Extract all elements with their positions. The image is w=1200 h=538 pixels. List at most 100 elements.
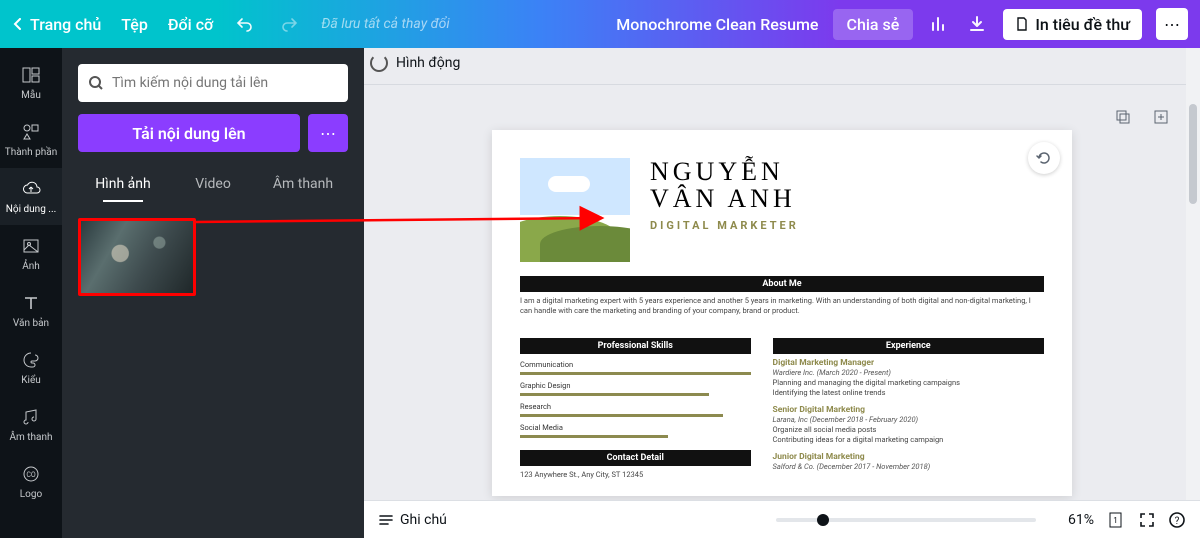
home-label: Trang chủ (30, 15, 101, 34)
animate-icon (370, 54, 388, 72)
insights-button[interactable] (927, 12, 951, 36)
tab-audio[interactable]: Âm thanh (258, 166, 348, 202)
section-contact[interactable]: Contact Detail (520, 450, 751, 466)
job-meta[interactable]: Salford & Co. (December 2017 - November … (773, 462, 1044, 471)
section-skills[interactable]: Professional Skills (520, 338, 751, 354)
rail-label: Âm thanh (9, 432, 52, 443)
rail-templates[interactable]: Mẫu (0, 54, 62, 111)
section-about[interactable]: About Me (520, 276, 1044, 292)
skill-item[interactable]: Graphic Design (520, 381, 751, 396)
notes-icon (378, 512, 394, 528)
resume-page[interactable]: NGUYỄN VÂN ANH DIGITAL MARKETER About Me… (492, 130, 1072, 496)
share-button[interactable]: Chia sẻ (833, 9, 914, 40)
image-icon (20, 235, 42, 257)
left-rail: Mẫu Thành phần Nội dung ... Ảnh Văn bản … (0, 48, 62, 538)
rail-uploads[interactable]: Nội dung ... (0, 168, 62, 225)
zoom-percent[interactable]: 61% (1048, 512, 1094, 528)
templates-icon (20, 64, 42, 86)
vertical-scrollbar[interactable] (1186, 48, 1200, 500)
animate-label: Hình động (396, 55, 460, 71)
search-icon (88, 75, 104, 91)
contact-address[interactable]: 123 Anywhere St., Any City, ST 12345 (520, 470, 751, 480)
undo-button[interactable] (233, 12, 257, 36)
more-button[interactable]: ⋯ (1156, 8, 1188, 40)
menu-resize[interactable]: Đổi cỡ (168, 15, 213, 34)
upload-thumbnail[interactable] (78, 218, 196, 296)
rail-logo[interactable]: CO Logo (0, 453, 62, 510)
page-toolbar (1114, 108, 1170, 126)
zoom-slider[interactable] (776, 518, 1036, 522)
job-line[interactable]: Planning and managing the digital market… (773, 378, 1044, 387)
skill-label: Graphic Design (520, 381, 570, 390)
print-button[interactable]: In tiêu đề thư (1003, 9, 1142, 40)
top-bar-right: Monochrome Clean Resume Chia sẻ In tiêu … (616, 8, 1188, 40)
menu-file[interactable]: Tệp (121, 15, 148, 34)
section-experience[interactable]: Experience (773, 338, 1044, 354)
logo-icon: CO (20, 463, 42, 485)
skill-bar (520, 372, 751, 375)
canvas-area[interactable]: Hình động NGUYỄN VÂN ANH DIGITAL MARKETE… (364, 48, 1200, 500)
resume-header-text[interactable]: NGUYỄN VÂN ANH DIGITAL MARKETER (650, 158, 799, 262)
job-title[interactable]: Senior Digital Marketing (773, 405, 1044, 415)
rail-label: Kiểu (21, 375, 41, 386)
rail-text[interactable]: Văn bản (0, 282, 62, 339)
page-count-button[interactable]: 1 (1106, 510, 1126, 530)
top-bar: Trang chủ Tệp Đổi cỡ Đã lưu tất cả thay … (0, 0, 1200, 48)
chevron-left-icon (12, 18, 24, 30)
duplicate-page-button[interactable] (1114, 108, 1132, 126)
bottom-bar: Ghi chú 61% 1 ? (364, 500, 1200, 538)
skill-bar (520, 414, 723, 417)
rail-styles[interactable]: Kiểu (0, 339, 62, 396)
rail-label: Ảnh (22, 261, 40, 272)
upload-more-button[interactable]: ⋯ (308, 114, 348, 152)
resume-name-line1: NGUYỄN (650, 158, 799, 185)
photo-placeholder[interactable] (520, 158, 630, 262)
home-button[interactable]: Trang chủ (12, 15, 101, 34)
skill-item[interactable]: Communication (520, 360, 751, 375)
svg-text:CO: CO (26, 471, 36, 479)
about-text[interactable]: I am a digital marketing expert with 5 y… (520, 296, 1044, 316)
job-line[interactable]: Identifying the latest online trends (773, 388, 1044, 397)
dots-icon: ⋯ (320, 124, 336, 143)
side-panel: Tải nội dung lên ⋯ Hình ảnh Video Âm tha… (62, 48, 364, 538)
slider-thumb[interactable] (817, 514, 829, 526)
scrollbar-thumb[interactable] (1189, 104, 1197, 204)
rail-audio[interactable]: Âm thanh (0, 396, 62, 453)
rail-photos[interactable]: Ảnh (0, 225, 62, 282)
notes-button[interactable]: Ghi chú (378, 512, 447, 528)
search-uploads[interactable] (78, 64, 348, 102)
job-line[interactable]: Contributing ideas for a digital marketi… (773, 435, 1044, 444)
add-page-button[interactable] (1152, 108, 1170, 126)
job-meta[interactable]: Larana, Inc (December 2018 - February 20… (773, 415, 1044, 424)
palette-icon (20, 349, 42, 371)
hill-shape (540, 226, 630, 262)
upload-button[interactable]: Tải nội dung lên (78, 114, 300, 152)
skill-bar (520, 435, 668, 438)
fullscreen-button[interactable] (1138, 511, 1156, 529)
animate-button[interactable]: Hình động (370, 54, 460, 72)
job-line[interactable]: Organize all social media posts (773, 425, 1044, 434)
resume-role: DIGITAL MARKETER (650, 219, 799, 232)
job-title[interactable]: Junior Digital Marketing (773, 452, 1044, 462)
tab-videos[interactable]: Video (168, 166, 258, 202)
skill-item[interactable]: Research (520, 402, 751, 417)
text-icon (20, 292, 42, 314)
top-bar-left: Trang chủ Tệp Đổi cỡ Đã lưu tất cả thay … (12, 12, 450, 36)
job-meta[interactable]: Wardiere Inc. (March 2020 - Present) (773, 368, 1044, 377)
help-button[interactable]: ? (1168, 511, 1186, 529)
rail-elements[interactable]: Thành phần (0, 111, 62, 168)
rail-label: Thành phần (5, 147, 58, 158)
page-refresh-button[interactable] (1028, 142, 1060, 174)
skill-item[interactable]: Social Media (520, 423, 751, 438)
redo-button[interactable] (277, 12, 301, 36)
upload-cloud-icon (20, 178, 42, 200)
rail-label: Logo (20, 489, 42, 500)
tab-images[interactable]: Hình ảnh (78, 166, 168, 202)
download-button[interactable] (965, 12, 989, 36)
job-title[interactable]: Digital Marketing Manager (773, 358, 1044, 368)
upload-tabs: Hình ảnh Video Âm thanh (78, 166, 348, 202)
cloud-icon (548, 176, 590, 192)
search-input[interactable] (112, 75, 338, 91)
dots-icon: ⋯ (1164, 15, 1180, 34)
document-title[interactable]: Monochrome Clean Resume (616, 15, 818, 34)
